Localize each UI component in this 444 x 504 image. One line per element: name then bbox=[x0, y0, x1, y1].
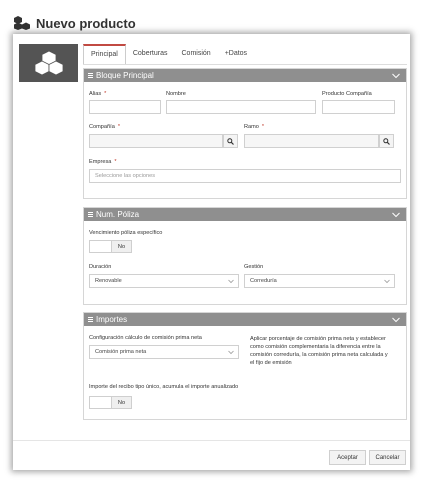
tab-comision[interactable]: Comisión bbox=[175, 44, 218, 65]
menu-icon bbox=[88, 73, 93, 78]
menu-icon bbox=[88, 212, 93, 217]
toggle-value: No bbox=[112, 241, 131, 252]
product-logo bbox=[19, 44, 78, 82]
compania-label: Compañía * bbox=[89, 124, 120, 130]
window-title-bar: Nuevo producto bbox=[14, 12, 136, 34]
cubes-icon bbox=[34, 50, 63, 76]
tab-principal[interactable]: Principal bbox=[83, 44, 126, 65]
section-title: Num. Póliza bbox=[96, 210, 140, 219]
nombre-input[interactable] bbox=[166, 100, 316, 114]
importe-recibo-toggle[interactable]: No bbox=[89, 396, 132, 409]
window-title: Nuevo producto bbox=[36, 15, 136, 31]
compania-input[interactable] bbox=[89, 134, 223, 148]
section-header[interactable]: Num. Póliza bbox=[84, 208, 406, 221]
section-title: Bloque Principal bbox=[96, 71, 154, 80]
cubes-icon bbox=[14, 16, 30, 30]
toggle-value: No bbox=[112, 397, 131, 408]
alias-label: Alias * bbox=[89, 91, 107, 97]
accept-button[interactable]: Aceptar bbox=[329, 450, 366, 465]
product-dialog: Principal Coberturas Comisión +Datos Blo… bbox=[13, 34, 410, 470]
section-num-poliza: Num. Póliza Vencimiento póliza específic… bbox=[83, 207, 407, 305]
section-bloque-principal: Bloque Principal Alias * Nombre Producto … bbox=[83, 68, 407, 199]
footer-divider bbox=[13, 440, 410, 441]
config-comision-select[interactable]: Comisión prima neta bbox=[89, 345, 239, 359]
gestion-label: Gestión bbox=[244, 264, 264, 270]
duracion-select[interactable]: Renovable bbox=[89, 274, 239, 288]
tab-mas-datos[interactable]: +Datos bbox=[218, 44, 254, 65]
tabs-divider bbox=[83, 64, 407, 65]
chevron-down-icon bbox=[228, 350, 234, 355]
section-header[interactable]: Bloque Principal bbox=[84, 69, 406, 82]
duracion-label: Duración bbox=[89, 264, 112, 270]
chevron-down-icon[interactable] bbox=[392, 317, 400, 323]
vencimiento-label: Vencimiento póliza específico bbox=[89, 230, 163, 236]
chevron-down-icon[interactable] bbox=[392, 212, 400, 218]
ramo-label: Ramo * bbox=[244, 124, 265, 130]
section-importes: Importes Configuración cálculo de comisi… bbox=[83, 312, 407, 420]
search-icon bbox=[383, 137, 390, 145]
ramo-input[interactable] bbox=[244, 134, 379, 148]
ramo-search-button[interactable] bbox=[379, 134, 394, 148]
empresa-multiselect[interactable]: Seleccione las opciones bbox=[89, 169, 401, 183]
tab-coberturas[interactable]: Coberturas bbox=[126, 44, 175, 65]
section-header[interactable]: Importes bbox=[84, 313, 406, 326]
section-title: Importes bbox=[96, 315, 128, 324]
chevron-down-icon bbox=[228, 279, 234, 284]
menu-icon bbox=[88, 317, 93, 322]
config-comision-label: Configuración cálculo de comisión prima … bbox=[89, 335, 202, 341]
config-comision-help-text: Aplicar porcentaje de comisión prima net… bbox=[250, 336, 388, 366]
vencimiento-toggle[interactable]: No bbox=[89, 240, 132, 253]
producto-compania-input[interactable] bbox=[322, 100, 395, 114]
empresa-label: Empresa * bbox=[89, 159, 117, 165]
alias-input[interactable] bbox=[89, 100, 161, 114]
compania-search-button[interactable] bbox=[223, 134, 238, 148]
nombre-label: Nombre bbox=[166, 91, 186, 97]
tab-bar: Principal Coberturas Comisión +Datos bbox=[83, 44, 254, 65]
importe-recibo-label: Importe del recibo tipo único, acumula e… bbox=[89, 384, 239, 390]
search-icon bbox=[227, 137, 234, 145]
chevron-down-icon[interactable] bbox=[392, 73, 400, 79]
chevron-down-icon bbox=[384, 279, 390, 284]
gestion-select[interactable]: Correduría bbox=[244, 274, 395, 288]
producto-compania-label: Producto Compañía bbox=[322, 91, 372, 97]
cancel-button[interactable]: Cancelar bbox=[369, 450, 406, 465]
